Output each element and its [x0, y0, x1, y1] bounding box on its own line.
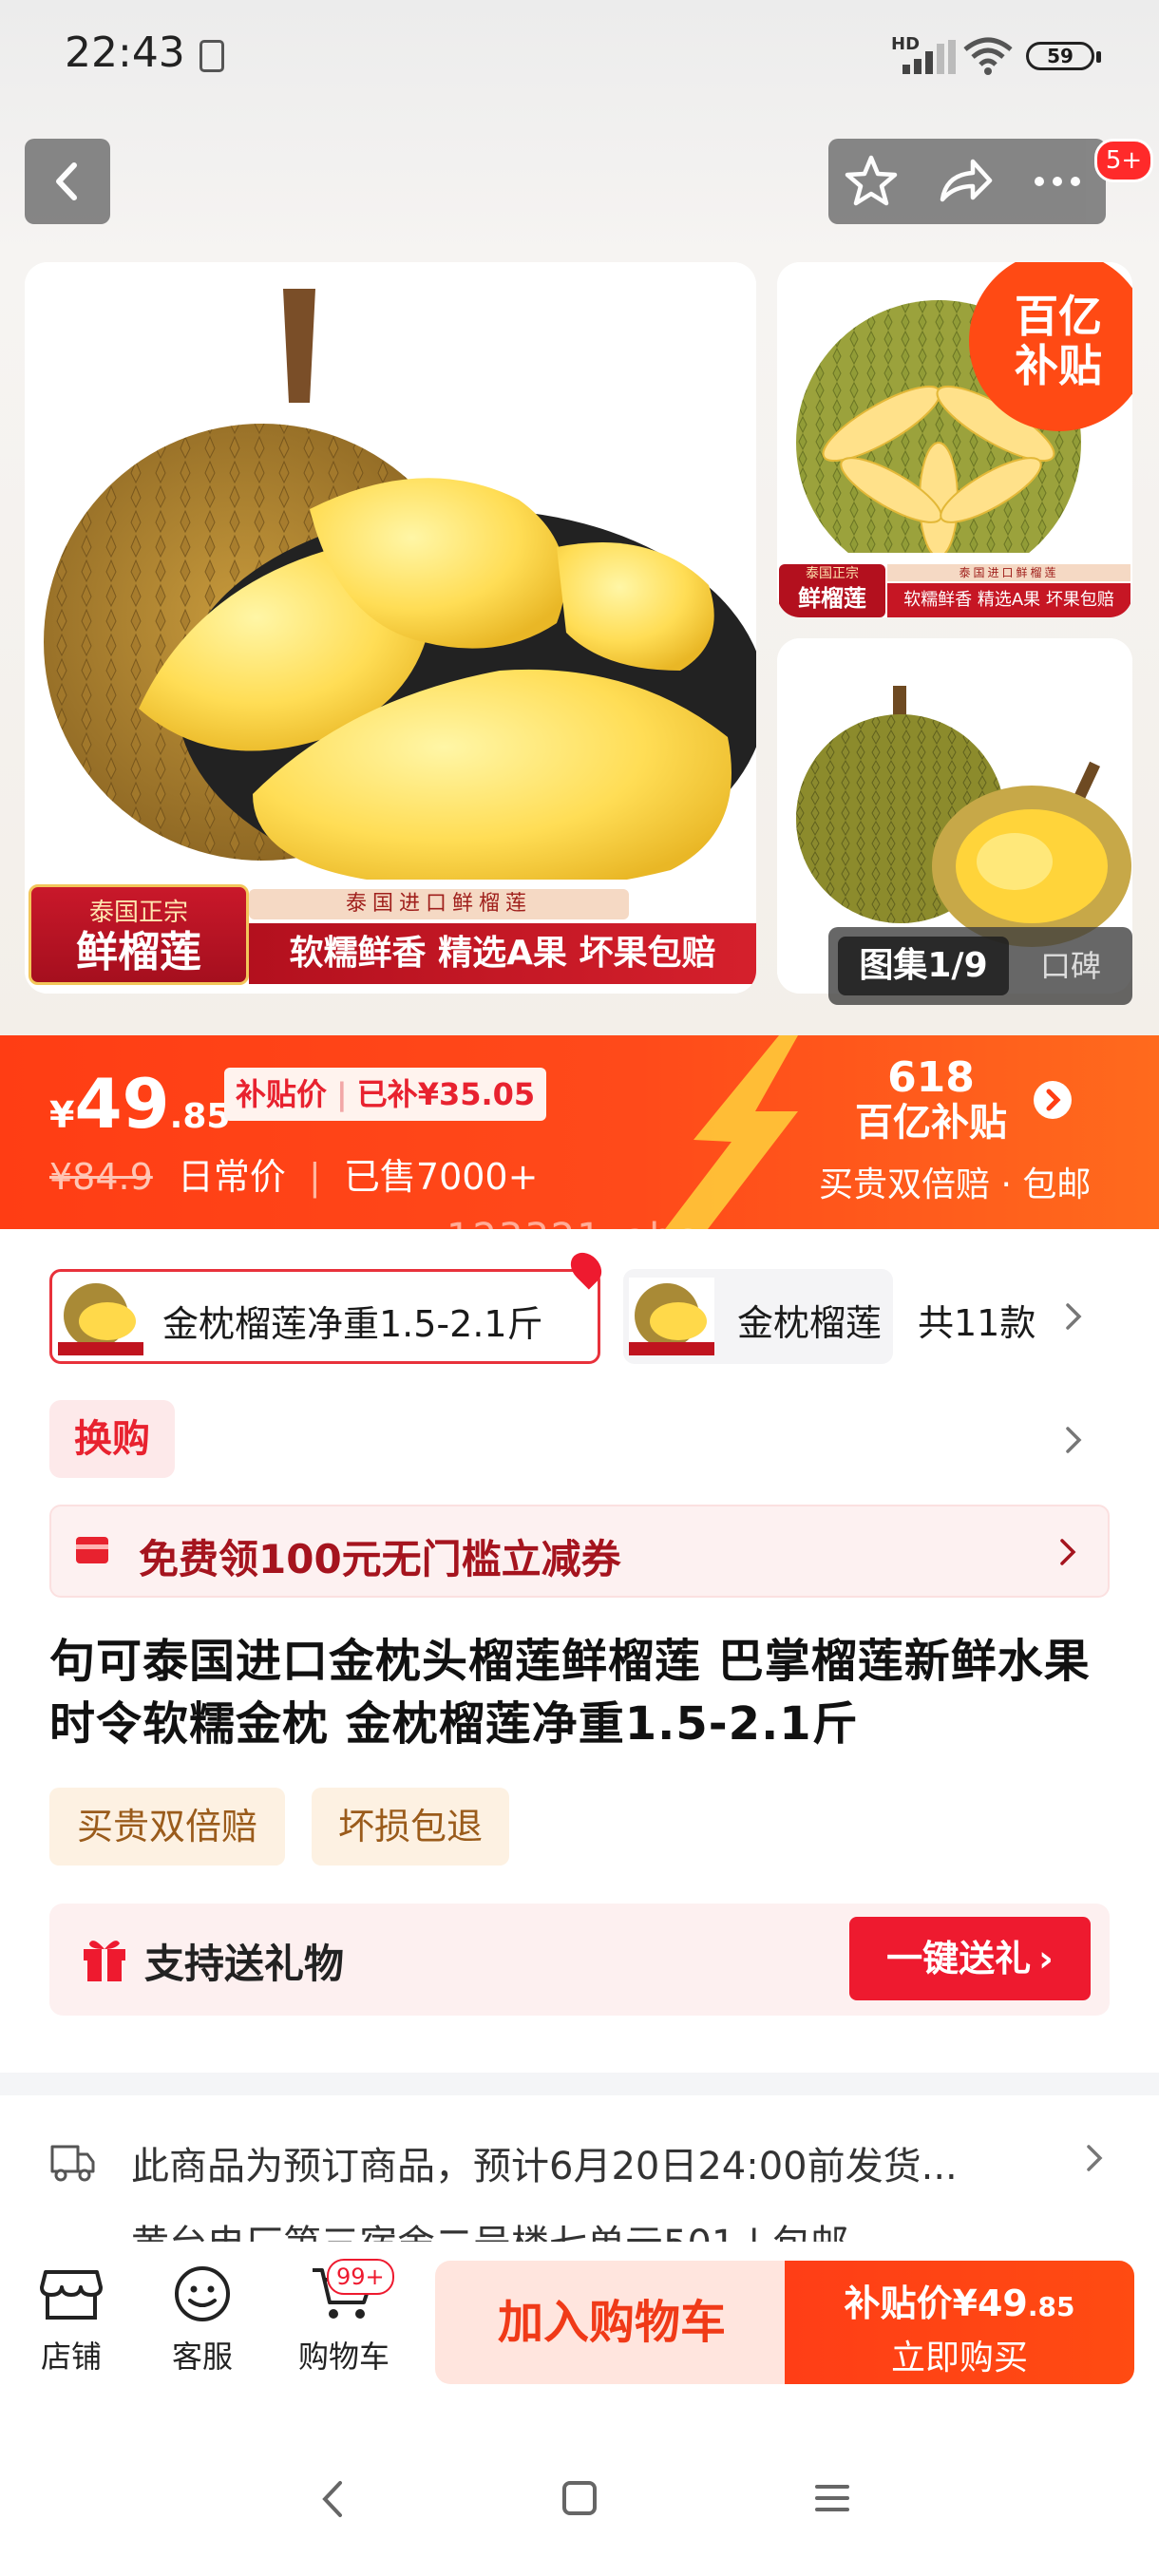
origin-badge: 泰国正宗 鲜榴莲 [28, 884, 249, 985]
add-to-cart-button[interactable]: 加入购物车 [435, 2261, 788, 2384]
sold-count: 已售7000+ [343, 1156, 539, 1198]
section-divider [0, 2073, 1159, 2095]
subsidy-badge-line1: 百亿 [1015, 291, 1102, 342]
chevron-right-icon[interactable] [1062, 1299, 1087, 1334]
thumb-features: 软糯鲜香 精选A果 坏果包赔 [887, 583, 1130, 617]
notification-badge: 5+ [1094, 139, 1153, 182]
chevron-right-circle-icon[interactable] [1034, 1081, 1072, 1119]
status-time: 22:43 [65, 28, 185, 77]
tag-damage-return[interactable]: 坏损包退 [312, 1788, 509, 1866]
sku-thumbnail [58, 1278, 143, 1355]
send-gift-button[interactable]: 一键送礼 › [849, 1917, 1091, 2000]
subsidy-badge-line2: 补贴 [1015, 340, 1102, 391]
star-icon[interactable] [842, 152, 901, 211]
thumb-product-name: 鲜榴莲 [798, 585, 866, 612]
wifi-icon [963, 37, 1013, 75]
subsidy-tag-saving: 已补¥35.05 [356, 1076, 536, 1112]
system-navigation-bar [0, 2432, 1159, 2576]
back-button[interactable] [25, 139, 110, 224]
promo-subsidy-label: 百亿补贴 [855, 1101, 1007, 1145]
gallery-index[interactable]: 图集1/9 [838, 937, 1009, 995]
sku-thumbnail-2 [629, 1278, 714, 1355]
nav-back-icon[interactable] [317, 2477, 350, 2521]
gallery-thumbnail-1[interactable]: 泰国正宗 鲜榴莲 泰国进口鲜榴莲 软糯鲜香 精选A果 坏果包赔 百亿 补贴 [777, 262, 1132, 617]
buy-price-int: 49 [977, 2282, 1028, 2324]
cart-label: 购物车 [297, 2339, 390, 2375]
sku-option-2-label: 金枕榴莲 [737, 1302, 883, 1344]
sku-selected-label: 金枕榴莲净重1.5-2.1斤 [162, 1303, 543, 1345]
shop-button[interactable]: 店铺 [28, 2264, 114, 2377]
gift-label: 支持送礼物 [144, 1941, 345, 1987]
sim-card-icon [200, 40, 224, 72]
price-details: ¥84.9 日常价 | 已售7000+ [49, 1156, 539, 1198]
buy-price: 补贴价¥49.85 [785, 2274, 1134, 2326]
sku-option-2[interactable]: 金枕榴莲 [623, 1269, 893, 1364]
thumb-origin-text: 泰国正宗 [806, 566, 859, 581]
origin-text: 泰国正宗 [88, 899, 188, 927]
watermark: 123321_abc [446, 1216, 698, 1260]
battery-icon: 59 [1026, 42, 1094, 70]
subsidy-price-tag: 补贴价 | 已补¥35.05 [224, 1068, 547, 1121]
promo-benefits: 买贵双倍赔 · 包邮 [819, 1165, 1092, 1204]
original-price: ¥84.9 [49, 1156, 153, 1198]
exchange-purchase-tag[interactable]: 换购 [49, 1400, 175, 1478]
thumb-top-text: 泰国进口鲜榴莲 [887, 564, 1130, 581]
shipping-info-row[interactable]: 此商品为预订商品，预计6月20日24:00前发货... 黄台电厂第三宿舍二号楼七… [0, 2095, 1159, 2266]
price-currency: ¥ [49, 1094, 75, 1136]
more-icon[interactable] [1028, 152, 1087, 211]
banner-top-text: 泰国进口鲜榴莲 [249, 889, 629, 919]
buy-now-button[interactable]: 补贴价¥49.85 立即购买 [785, 2261, 1134, 2384]
coupon-card-icon [76, 1537, 108, 1563]
nav-home-icon[interactable] [560, 2479, 598, 2517]
promo-618-label: 618 [887, 1053, 975, 1102]
buy-price-label: 补贴价¥ [844, 2282, 978, 2324]
chevron-right-icon[interactable] [1062, 1423, 1087, 1457]
tag-price-guarantee[interactable]: 买贵双倍赔 [49, 1788, 285, 1866]
shop-label: 店铺 [40, 2339, 102, 2375]
service-label: 客服 [171, 2339, 233, 2375]
original-price-label: 日常价 [177, 1156, 286, 1198]
send-gift-button-label: 一键送礼 [886, 1938, 1032, 1979]
chat-smile-icon [175, 2266, 230, 2321]
buy-price-dec: .85 [1027, 2291, 1075, 2322]
product-title: 句可泰国进口金枕头榴莲鲜榴莲 巴掌榴莲新鲜水果时令软糯金枕 金枕榴莲净重1.5-… [49, 1635, 1091, 1751]
gift-icon [84, 1941, 125, 1981]
battery-tip [1096, 51, 1101, 63]
price-decimal: .85 [169, 1097, 231, 1136]
current-price: ¥49.85 [49, 1064, 230, 1144]
banner-features: 软糯鲜香 精选A果 坏果包赔 [249, 923, 756, 984]
chevron-right-icon[interactable] [1083, 2141, 1108, 2175]
customer-service-button[interactable]: 客服 [160, 2264, 245, 2377]
buy-now-label: 立即购买 [890, 2339, 1028, 2377]
cart-count-badge: 99+ [327, 2259, 394, 2295]
reviews-tab[interactable]: 口碑 [1018, 937, 1123, 995]
store-icon [40, 2270, 103, 2320]
shipping-text: 此商品为预订商品，预计6月20日24:00前发货... [131, 2145, 958, 2188]
delivery-truck-icon [50, 2145, 95, 2182]
lightning-decoration [665, 1035, 798, 1229]
price-banner: ¥49.85 补贴价 | 已补¥35.05 ¥84.9 日常价 | 已售7000+ … [0, 1035, 1159, 1229]
action-button-group [828, 139, 1106, 224]
signal-icon [902, 40, 956, 74]
share-icon[interactable] [935, 152, 994, 211]
product-name-badge: 鲜榴莲 [76, 928, 201, 976]
subsidy-tag-label: 补贴价 [236, 1076, 328, 1112]
chevron-left-icon [56, 162, 77, 200]
main-product-image[interactable]: 泰国正宗 鲜榴莲 泰国进口鲜榴莲 软糯鲜香 精选A果 坏果包赔 [25, 262, 756, 994]
chevron-right-icon[interactable] [1056, 1535, 1081, 1569]
coupon-text: 免费领100元无门槛立减券 [139, 1536, 621, 1582]
thumb-origin-badge: 泰国正宗 鲜榴莲 [779, 564, 885, 617]
promo-618[interactable]: 618 百亿补贴 [817, 1056, 1045, 1146]
gallery-counter[interactable]: 图集1/9 口碑 [828, 927, 1132, 1005]
nav-menu-icon[interactable] [813, 2481, 851, 2515]
coupon-bar[interactable]: 免费领100元无门槛立减券 [49, 1505, 1110, 1598]
sku-count[interactable]: 共11款 [918, 1294, 1036, 1346]
price-integer: 49 [74, 1064, 170, 1144]
sku-option-selected[interactable]: 金枕榴莲净重1.5-2.1斤 [49, 1246, 608, 1364]
